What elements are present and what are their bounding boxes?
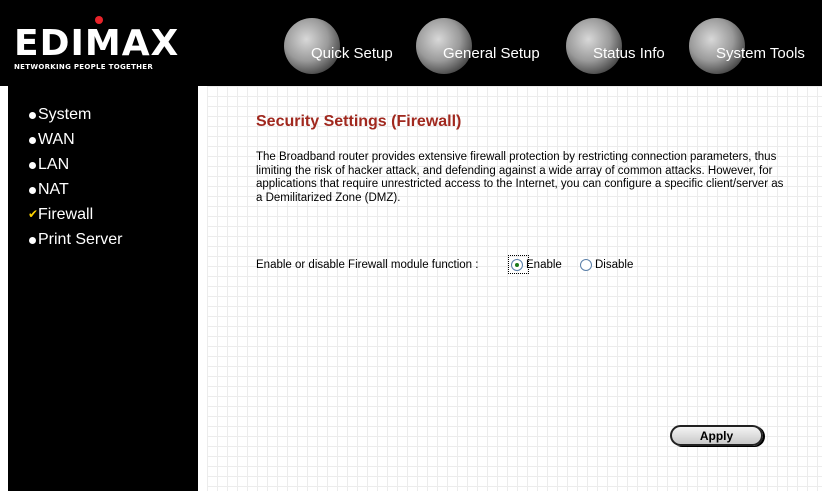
bullet-icon bbox=[29, 237, 36, 244]
logo-tagline: NETWORKING PEOPLE TOGETHER bbox=[14, 63, 154, 71]
sidebar-item-system[interactable]: System bbox=[8, 103, 198, 128]
bullet-icon bbox=[29, 187, 36, 194]
sidebar-item-label: NAT bbox=[38, 181, 69, 198]
sidebar: System WAN LAN NAT ✔ Firewall Print Serv… bbox=[8, 86, 198, 491]
header-bar: EDIMAX NETWORKING PEOPLE TOGETHER Quick … bbox=[0, 0, 822, 86]
nav-system-tools-label: System Tools bbox=[716, 45, 805, 62]
apply-button[interactable]: Apply bbox=[670, 425, 763, 446]
sidebar-item-label: WAN bbox=[38, 131, 75, 148]
sidebar-item-lan[interactable]: LAN bbox=[8, 153, 198, 178]
disable-radio[interactable] bbox=[580, 259, 592, 271]
sidebar-item-wan[interactable]: WAN bbox=[8, 128, 198, 153]
bullet-icon bbox=[29, 162, 36, 169]
nav-general-setup-label: General Setup bbox=[443, 45, 540, 62]
disable-label: Disable bbox=[595, 259, 634, 271]
edimax-logo: EDIMAX NETWORKING PEOPLE TOGETHER bbox=[4, 0, 190, 86]
page-description: The Broadband router provides extensive … bbox=[256, 151, 784, 204]
enable-label: Enable bbox=[526, 259, 562, 271]
sidebar-item-label: Firewall bbox=[38, 206, 94, 223]
sidebar-item-firewall[interactable]: ✔ Firewall bbox=[8, 203, 198, 228]
bullet-icon bbox=[29, 112, 36, 119]
logo-text: EDIMAX bbox=[14, 23, 180, 64]
firewall-label: Enable or disable Firewall module functi… bbox=[256, 259, 479, 271]
sidebar-item-label: Print Server bbox=[38, 231, 123, 248]
nav-status-info-label: Status Info bbox=[593, 45, 665, 62]
sidebar-item-label: System bbox=[38, 106, 92, 123]
check-icon: ✔ bbox=[28, 207, 39, 221]
logo-dot-icon bbox=[95, 16, 103, 24]
enable-radio[interactable] bbox=[511, 259, 523, 271]
nav-quick-setup-label: Quick Setup bbox=[311, 45, 393, 62]
bullet-icon bbox=[29, 137, 36, 144]
main-content: Security Settings (Firewall) The Broadba… bbox=[207, 86, 822, 491]
sidebar-item-print-server[interactable]: Print Server bbox=[8, 228, 198, 253]
sidebar-item-label: LAN bbox=[38, 156, 70, 173]
page-title: Security Settings (Firewall) bbox=[256, 113, 462, 130]
sidebar-item-nat[interactable]: NAT bbox=[8, 178, 198, 203]
firewall-toggle-row: Enable or disable Firewall module functi… bbox=[256, 255, 776, 274]
